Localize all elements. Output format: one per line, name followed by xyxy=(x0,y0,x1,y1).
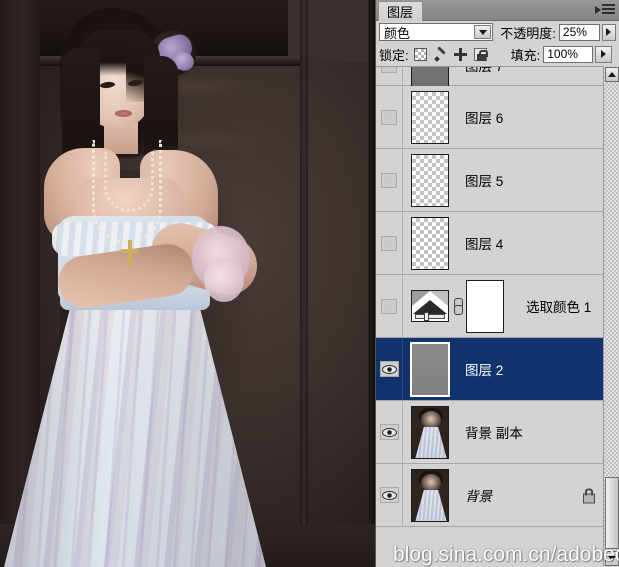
cross-pendant xyxy=(121,249,139,253)
wall-seam xyxy=(368,0,375,567)
layer-thumbnail[interactable] xyxy=(411,216,449,270)
pearl-necklace xyxy=(104,152,154,212)
cross-pendant xyxy=(128,240,132,266)
layer-mask-thumbnail[interactable] xyxy=(466,279,504,333)
adjustment-slider-knob xyxy=(424,312,429,321)
image-canvas[interactable] xyxy=(0,0,375,567)
layer-thumbnail-cell xyxy=(411,153,449,207)
layer-name[interactable]: 图层 2 xyxy=(465,359,503,379)
chevron-down-glyph xyxy=(478,29,487,35)
adjustment-slider-track xyxy=(415,314,445,319)
thumb-detail xyxy=(415,489,447,521)
layer-list-scrollbar[interactable] xyxy=(603,66,619,567)
layer-name[interactable]: 图层 5 xyxy=(465,170,503,190)
layer-thumbnail[interactable] xyxy=(411,405,449,459)
lock-icon-group xyxy=(413,47,488,61)
layer-row[interactable]: 图层 7 xyxy=(376,67,619,92)
lock-position-icon[interactable] xyxy=(453,47,467,61)
tab-layers[interactable]: 图层 xyxy=(378,1,424,21)
layer-thumbnail[interactable] xyxy=(411,153,449,207)
wrist-corsage xyxy=(204,258,244,302)
eye-on-icon[interactable] xyxy=(379,424,399,440)
opacity-label: 不透明度: xyxy=(500,25,556,41)
thumb-detail xyxy=(415,426,447,458)
layer-name[interactable]: 背景 xyxy=(465,485,492,505)
visibility-cell[interactable] xyxy=(376,338,403,400)
visibility-cell[interactable] xyxy=(376,67,403,85)
eye-on-icon[interactable] xyxy=(379,361,399,377)
eye-off-icon[interactable] xyxy=(381,235,397,251)
layer-thumbnail-cell xyxy=(411,279,504,333)
scroll-down-arrow-icon xyxy=(608,556,616,561)
thumb-detail xyxy=(421,473,441,492)
layer-thumbnail-cell xyxy=(411,405,449,459)
tab-layers-label: 图层 xyxy=(387,5,414,20)
scroll-up-button[interactable] xyxy=(605,67,619,82)
fill-slider-button[interactable] xyxy=(595,45,613,63)
blend-mode-value: 颜色 xyxy=(384,25,411,41)
layer-name[interactable]: 图层 7 xyxy=(465,67,503,75)
layer-row[interactable]: 图层 6 xyxy=(376,86,619,149)
layer-row[interactable]: 背景 xyxy=(376,464,619,527)
eye-off-icon[interactable] xyxy=(381,67,397,73)
chevron-right-icon xyxy=(606,28,612,36)
visibility-cell[interactable] xyxy=(376,275,403,337)
chevron-right-icon xyxy=(601,50,607,58)
layer-thumbnail-cell xyxy=(411,90,449,144)
visibility-cell[interactable] xyxy=(376,464,403,526)
layer-thumbnail-cell xyxy=(411,468,449,522)
layer-thumbnail[interactable] xyxy=(411,90,449,144)
layer-row[interactable]: 选取颜色 1 xyxy=(376,275,619,338)
panel-menu-icon[interactable] xyxy=(593,4,615,17)
chevron-down-icon[interactable] xyxy=(474,25,492,39)
fill-label: 填充: xyxy=(510,47,541,63)
layer-name[interactable]: 图层 6 xyxy=(465,107,503,127)
wall-seam xyxy=(300,0,308,567)
eye-off-icon[interactable] xyxy=(381,172,397,188)
adjustment-glyph xyxy=(413,300,447,314)
fill-input[interactable]: 100% xyxy=(543,45,594,63)
layers-panel: 图层 颜色 不透明度: 25% 锁定: 填充: 100% 图层 7 图层 6 图… xyxy=(375,0,619,567)
layer-name[interactable]: 图层 4 xyxy=(465,233,503,253)
layer-row[interactable]: 背景 副本 xyxy=(376,401,619,464)
thumb-detail xyxy=(421,410,441,429)
link-icon[interactable] xyxy=(453,298,463,315)
visibility-cell[interactable] xyxy=(376,401,403,463)
lock-image-icon[interactable] xyxy=(434,48,447,61)
layer-list[interactable]: 图层 7 图层 6 图层 5 图层 4 选取颜色 1 图层 2 背景 副本 背景 xyxy=(376,66,619,567)
lock-all-icon[interactable] xyxy=(473,47,488,61)
scrollbar-thumb[interactable] xyxy=(605,477,619,549)
layer-name[interactable]: 选取颜色 1 xyxy=(526,296,591,316)
visibility-cell[interactable] xyxy=(376,86,403,148)
panel-menu-triangle-icon xyxy=(595,6,601,14)
panel-menu-lines-icon xyxy=(602,4,615,15)
selective-color-adjustment-icon[interactable] xyxy=(411,290,449,322)
eye-off-icon[interactable] xyxy=(381,298,397,314)
blend-mode-row: 颜色 不透明度: 25% xyxy=(376,21,619,43)
lock-row: 锁定: 填充: 100% xyxy=(376,43,619,65)
visibility-cell[interactable] xyxy=(376,212,403,274)
layer-locked-icon xyxy=(582,488,595,504)
layer-row-selected[interactable]: 图层 2 xyxy=(376,338,619,401)
lock-label: 锁定: xyxy=(379,47,409,63)
eye-off-icon[interactable] xyxy=(381,109,397,125)
layer-thumbnail-cell xyxy=(410,341,450,397)
lock-transparency-icon[interactable] xyxy=(413,47,427,61)
layer-thumbnail-cell xyxy=(411,216,449,270)
opacity-input[interactable]: 25% xyxy=(558,23,600,41)
layer-thumbnail[interactable] xyxy=(410,341,450,397)
lips xyxy=(115,110,132,117)
layer-row[interactable]: 图层 4 xyxy=(376,212,619,275)
layer-thumbnail[interactable] xyxy=(411,468,449,522)
eye-on-icon[interactable] xyxy=(379,487,399,503)
opacity-slider-button[interactable] xyxy=(601,23,616,41)
visibility-cell[interactable] xyxy=(376,149,403,211)
scroll-down-button[interactable] xyxy=(605,551,619,566)
blend-mode-select[interactable]: 颜色 xyxy=(379,23,494,41)
layer-row[interactable]: 图层 5 xyxy=(376,149,619,212)
panel-tab-bar: 图层 xyxy=(376,0,619,21)
screenshot-root: blog.sina.com.cn/adobech 图层 颜色 不透明度: 25% xyxy=(0,0,619,567)
scroll-up-arrow-icon xyxy=(608,72,616,77)
layer-name[interactable]: 背景 副本 xyxy=(465,422,523,442)
